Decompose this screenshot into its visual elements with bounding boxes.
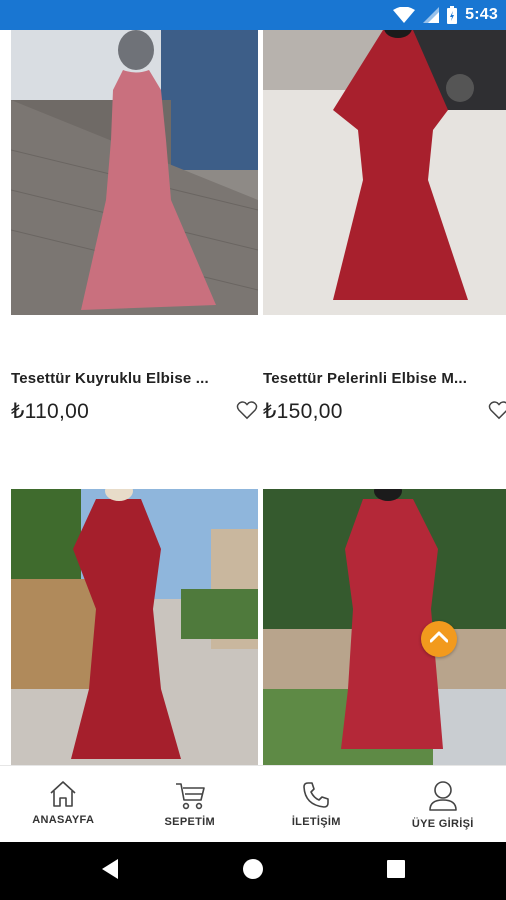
product-image[interactable] (263, 489, 506, 765)
recents-button[interactable] (366, 842, 426, 900)
nav-item-home[interactable]: ANASAYFA (0, 766, 127, 843)
arrow-up-icon (429, 630, 449, 649)
home-icon (48, 780, 78, 808)
battery-icon (447, 6, 458, 24)
nav-item-contact[interactable]: İLETİŞİM (253, 766, 380, 843)
product-price: ₺150,00 (263, 400, 343, 423)
product-image[interactable] (11, 30, 258, 315)
product-title[interactable]: Tesettür Kuyruklu Elbise ... (11, 370, 221, 387)
product-price: ₺110,00 (11, 400, 90, 423)
wifi-icon (393, 7, 416, 23)
scroll-to-top-button[interactable] (421, 621, 457, 657)
cart-icon (174, 780, 206, 810)
product-grid[interactable]: Tesettür Kuyruklu Elbise ... ₺110,00 Tes… (0, 30, 506, 765)
nav-label: ÜYE GİRİŞİ (411, 818, 474, 830)
product-card[interactable] (11, 489, 258, 765)
product-card[interactable] (263, 489, 506, 765)
user-icon (427, 780, 459, 812)
nav-label: SEPETİM (164, 816, 215, 828)
clock: 5:43 (465, 6, 498, 23)
nav-label: ANASAYFA (32, 814, 95, 826)
back-triangle-icon (100, 858, 120, 885)
status-bar: 5:43 (0, 0, 506, 30)
heart-icon[interactable] (488, 400, 506, 420)
product-card[interactable]: Tesettür Pelerinli Elbise M... ₺150,00 (263, 30, 506, 430)
home-button[interactable] (223, 842, 283, 900)
bottom-navigation: ANASAYFA SEPETİM İLETİŞİM ÜYE GİRİŞİ (0, 765, 506, 843)
product-image[interactable] (263, 30, 506, 315)
product-image[interactable] (11, 489, 258, 765)
phone-icon (301, 780, 331, 810)
product-title[interactable]: Tesettür Pelerinli Elbise M... (263, 370, 473, 387)
signal-icon (423, 7, 440, 23)
system-navigation-bar (0, 842, 506, 900)
nav-label: İLETİŞİM (291, 816, 341, 828)
heart-icon[interactable] (236, 400, 258, 420)
product-card[interactable]: Tesettür Kuyruklu Elbise ... ₺110,00 (11, 30, 258, 430)
back-button[interactable] (80, 842, 140, 900)
home-circle-icon (242, 858, 264, 885)
nav-item-login[interactable]: ÜYE GİRİŞİ (380, 766, 506, 843)
nav-item-cart[interactable]: SEPETİM (127, 766, 254, 843)
recents-square-icon (387, 859, 405, 883)
